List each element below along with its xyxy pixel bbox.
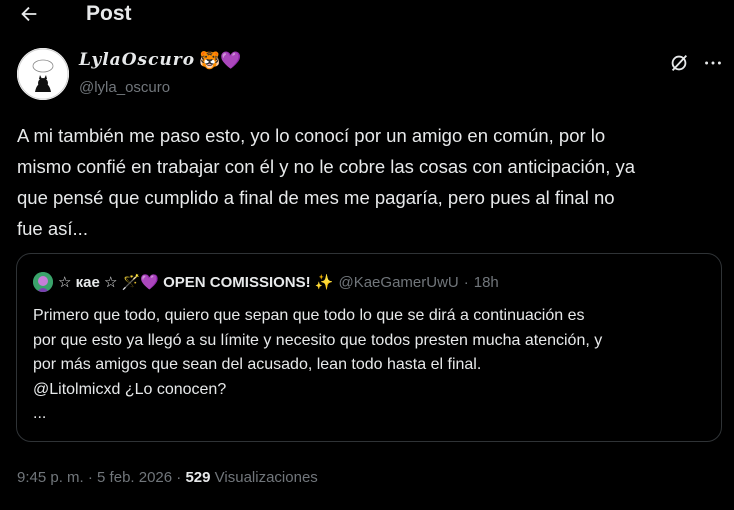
post-line: A mi también me paso esto, yo lo conocí …: [17, 125, 606, 146]
author-avatar[interactable]: [17, 48, 69, 100]
quoted-line: @Litolmicxd ¿Lo conocen?: [33, 380, 227, 398]
quoted-line: por que esto ya llegó a su límite y nece…: [33, 331, 603, 349]
author-handle[interactable]: @lyla_oscuro: [79, 79, 170, 96]
post-date[interactable]: 5 feb. 2026: [97, 469, 172, 486]
quoted-line: por más amigos que sean del acusado, lea…: [33, 356, 482, 373]
meta-separator: ·: [87, 469, 93, 486]
quoted-separator: ·: [463, 273, 469, 291]
quoted-line: ...: [33, 405, 47, 422]
top-bar: Post: [0, 0, 734, 30]
author-display-name[interactable]: LylaOscuro: [79, 50, 195, 70]
quoted-line: Primero que todo, quiero que sepan que t…: [33, 307, 585, 324]
author-name-row[interactable]: LylaOscuro 🐯💜: [79, 50, 241, 70]
quoted-post-text: Primero que todo, quiero que sepan que t…: [33, 304, 705, 427]
quoted-author-handle: @KaeGamerUwU: [338, 273, 459, 291]
quoted-post[interactable]: ☆ кae ☆ 🪄💜 OPEN COMISSIONS! ✨ @KaeGamerU…: [16, 253, 722, 442]
page-title: Post: [86, 2, 132, 25]
author-badges: 🐯💜: [199, 50, 242, 70]
post-text: A mi también me paso esto, yo lo conocí …: [17, 120, 722, 244]
avatar-image: [17, 48, 69, 100]
quoted-author-avatar: [33, 272, 53, 292]
views-count: 529: [185, 469, 211, 486]
quoted-avatar-image: [33, 272, 53, 292]
post-line: fue así...: [17, 218, 88, 239]
quoted-author-name: ☆ кae ☆ 🪄💜 OPEN COMISSIONS! ✨: [58, 274, 334, 291]
post-time[interactable]: 9:45 p. m.: [17, 469, 84, 486]
post-line: mismo confié en trabajar con él y no le …: [17, 156, 636, 177]
arrow-left-icon[interactable]: [18, 3, 40, 25]
post-meta: 9:45 p. m. · 5 feb. 2026 · 529 Visualiza…: [17, 469, 318, 486]
quoted-timestamp: 18h: [473, 273, 499, 291]
quoted-post-header: ☆ кae ☆ 🪄💜 OPEN COMISSIONS! ✨ @KaeGamerU…: [33, 272, 499, 292]
more-icon[interactable]: [702, 52, 724, 74]
grok-icon[interactable]: [668, 52, 690, 74]
post-line: que pensé que cumplido a final de mes me…: [17, 187, 615, 208]
meta-separator: ·: [176, 469, 182, 486]
views-label: Visualizaciones: [214, 469, 318, 486]
